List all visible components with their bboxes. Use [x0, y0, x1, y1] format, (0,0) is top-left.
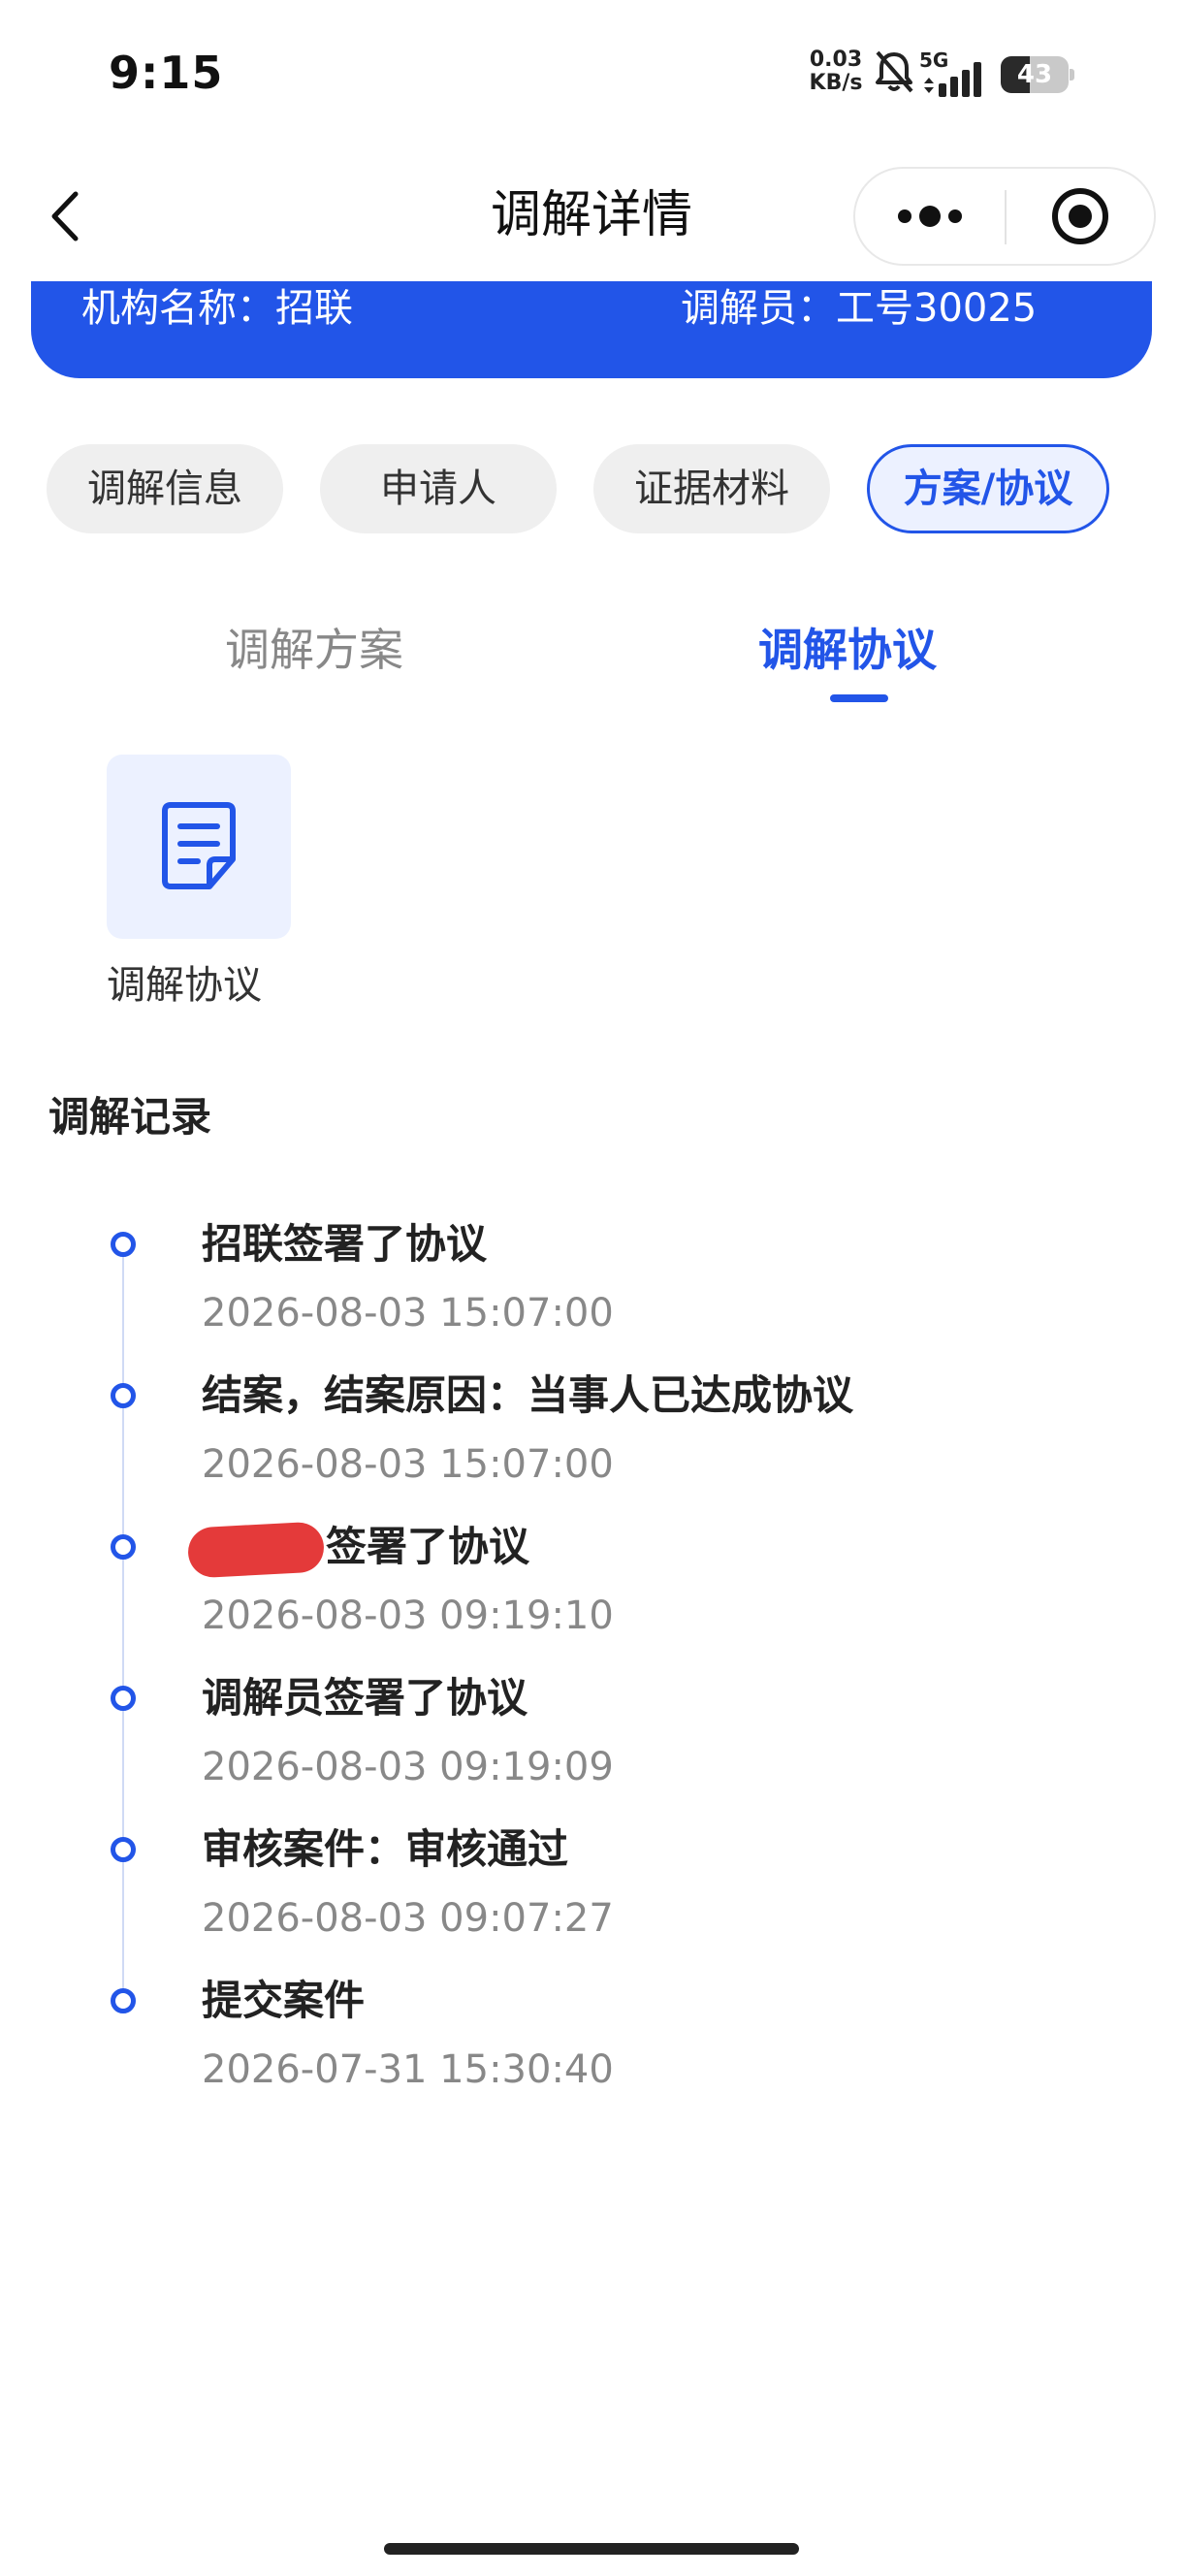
record-title: 提交案件: [202, 1977, 366, 2024]
record-title: 招联签署了协议: [202, 1220, 488, 1268]
record-time: 2026-08-03 09:07:27: [202, 1896, 614, 1941]
agreement-document[interactable]: [107, 755, 291, 939]
home-indicator[interactable]: [384, 2543, 799, 2555]
network-speed: 0.03 KB/s: [805, 48, 867, 95]
timeline-dot: [111, 1837, 136, 1862]
tab-mediation-agreement[interactable]: 调解协议: [758, 619, 937, 681]
target-circle-icon: [1052, 188, 1108, 244]
record-time: 2026-07-31 15:30:40: [202, 2047, 614, 2092]
chevron-left-icon: [51, 191, 79, 242]
record-title: 调解员签署了协议: [202, 1674, 528, 1722]
mediator-id: 调解员：工号30025: [681, 286, 1038, 331]
navigation-bar: 调解详情: [0, 155, 1183, 281]
org-name: 机构名称：招联: [81, 286, 353, 331]
record-time: 2026-08-03 09:19:10: [202, 1594, 614, 1638]
more-button[interactable]: [855, 169, 1005, 264]
chip-applicant[interactable]: 申请人: [320, 444, 557, 533]
record-title: 签署了协议: [186, 1519, 530, 1579]
status-time: 9:15: [109, 47, 224, 99]
redaction-mark: [186, 1520, 326, 1579]
chip-plan-agreement[interactable]: 方案/协议: [867, 444, 1109, 533]
battery-percent: 43: [1016, 60, 1053, 89]
record-title-text: 签署了协议: [326, 1523, 530, 1570]
agreement-document-label: 调解协议: [107, 963, 262, 1008]
tab-mediation-plan[interactable]: 调解方案: [225, 619, 403, 681]
timeline-dot: [111, 1534, 136, 1560]
record-item: 审核案件：审核通过 2026-08-03 09:07:27: [0, 1808, 1183, 1959]
chip-mediation-info[interactable]: 调解信息: [47, 444, 283, 533]
record-time: 2026-08-03 15:07:00: [202, 1442, 614, 1487]
timeline-dot: [111, 1383, 136, 1408]
timeline-dot: [111, 1232, 136, 1257]
status-bar: 9:15 0.03 KB/s 5G 43: [0, 0, 1183, 145]
record-time: 2026-08-03 15:07:00: [202, 1291, 614, 1336]
record-title: 审核案件：审核通过: [202, 1825, 569, 1873]
timeline-dot: [111, 1988, 136, 2013]
record-item: 招联签署了协议 2026-08-03 15:07:00: [0, 1203, 1183, 1354]
document-icon: [162, 802, 236, 889]
record-item: 结案，结案原因：当事人已达成协议 2026-08-03 15:07:00: [0, 1354, 1183, 1505]
battery-icon: 43: [1001, 56, 1074, 93]
record-item: 调解员签署了协议 2026-08-03 09:19:09: [0, 1657, 1183, 1808]
records-heading: 调解记录: [48, 1093, 212, 1141]
miniapp-capsule: [853, 167, 1156, 266]
record-title: 结案，结案原因：当事人已达成协议: [202, 1371, 854, 1419]
bell-off-icon: [876, 50, 913, 93]
timeline-dot: [111, 1686, 136, 1711]
signal-icon: 5G: [919, 48, 989, 97]
close-miniapp-button[interactable]: [1007, 169, 1156, 264]
case-info-card: 机构名称：招联 调解员：工号30025: [31, 281, 1152, 378]
network-speed-value: 0.03: [809, 48, 863, 72]
record-time: 2026-08-03 09:19:09: [202, 1745, 614, 1789]
signal-bars-icon: [924, 62, 981, 97]
back-button[interactable]: [39, 182, 97, 250]
more-dots-icon: [898, 209, 911, 223]
record-item: 提交案件 2026-07-31 15:30:40: [0, 1959, 1183, 2110]
chip-evidence[interactable]: 证据材料: [593, 444, 830, 533]
network-speed-unit: KB/s: [809, 71, 863, 95]
active-tab-indicator: [830, 694, 888, 702]
record-item: 签署了协议 2026-08-03 09:19:10: [0, 1505, 1183, 1657]
